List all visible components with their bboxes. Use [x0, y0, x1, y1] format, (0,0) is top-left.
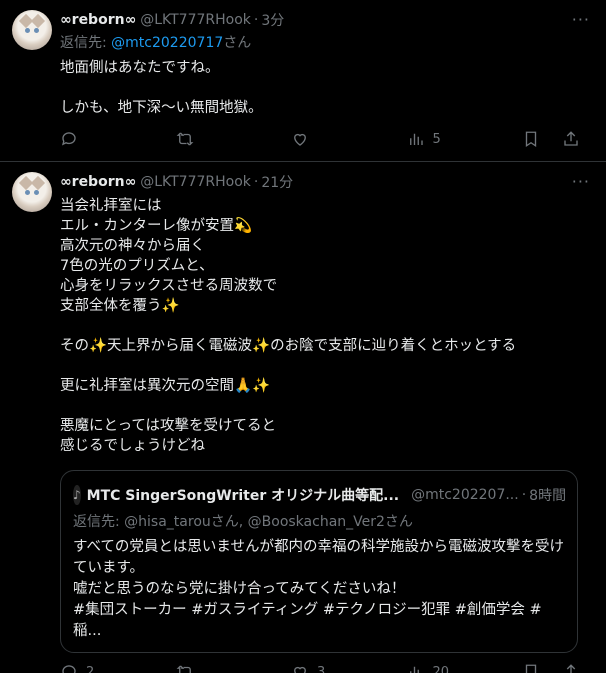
quoted-timestamp: 8時間	[529, 488, 567, 504]
tweet[interactable]: ∞reborn∞ @LKT777RHook · 3分 返信先: @mtc2022…	[0, 0, 606, 162]
avatar-eye	[25, 190, 30, 195]
avatar[interactable]	[12, 172, 52, 212]
quoted-avatar: ♪	[73, 485, 81, 505]
more-icon[interactable]: ···	[572, 10, 590, 29]
tweet[interactable]: ∞reborn∞ @LKT777RHook · 21分 当会礼拝室には エル・カ…	[0, 162, 606, 673]
avatar-eye	[34, 190, 39, 195]
user-handle[interactable]: @LKT777RHook	[140, 12, 251, 28]
reply-prefix: 返信先:	[60, 35, 112, 51]
like-icon	[294, 133, 306, 146]
reply-button[interactable]	[60, 130, 110, 148]
tweet-content: ∞reborn∞ @LKT777RHook · 3分 返信先: @mtc2022…	[60, 10, 590, 161]
quoted-reply-to-line: 返信先: @hisa_tarouさん, @Booskachan_Ver2さん	[73, 514, 413, 530]
tweet-text: 地面側はあなたですね。 しかも、地下深〜い無間地獄。	[60, 60, 263, 116]
share-icon[interactable]	[562, 130, 580, 148]
separator-dot: ·	[521, 487, 527, 503]
reply-suffix: さん	[223, 35, 252, 51]
avatar-ear	[30, 175, 46, 191]
separator-dot: ·	[253, 12, 259, 28]
user-handle[interactable]: @LKT777RHook	[140, 174, 251, 190]
like-button[interactable]: 3	[291, 663, 341, 673]
reply-to-line: 返信先: @mtc20220717さん	[60, 32, 590, 52]
reply-icon	[62, 665, 76, 673]
reply-mention-link[interactable]: @mtc20220717	[111, 35, 223, 51]
like-button[interactable]	[291, 130, 341, 148]
views-button[interactable]: 20	[407, 663, 457, 673]
retweet-button[interactable]	[176, 130, 226, 148]
tweet-header: ∞reborn∞ @LKT777RHook · 3分	[60, 10, 590, 30]
avatar[interactable]	[12, 10, 52, 50]
separator-dot: ·	[253, 174, 259, 190]
more-icon[interactable]: ···	[572, 172, 590, 191]
display-name[interactable]: ∞reborn∞	[60, 12, 136, 28]
secondary-actions	[522, 130, 580, 148]
views-count: 5	[432, 131, 441, 147]
views-icon	[409, 666, 419, 673]
retweet-icon	[176, 132, 193, 146]
bookmark-icon[interactable]	[522, 130, 540, 148]
views-icon	[409, 133, 423, 145]
avatar-ear	[30, 13, 46, 29]
quoted-display-name: MTC SingerSongWriter オリジナル曲等配...	[86, 488, 400, 504]
avatar-eye	[25, 28, 30, 33]
secondary-actions	[522, 663, 580, 673]
tweet-text: 当会礼拝室には エル・カンターレ像が安置💫 高次元の神々から届く 7色の光のプリ…	[60, 198, 517, 454]
timestamp[interactable]: 21分	[261, 172, 293, 192]
retweet-button[interactable]	[176, 663, 226, 673]
bookmark-icon[interactable]	[522, 663, 540, 673]
retweet-icon	[176, 665, 191, 673]
timestamp[interactable]: 3分	[261, 10, 284, 30]
quoted-tweet-header: ♪ MTC SingerSongWriter オリジナル曲等配... @mtc2…	[73, 485, 567, 505]
share-icon[interactable]	[562, 663, 580, 673]
like-icon	[294, 666, 306, 673]
action-bar: 2 3 20	[60, 663, 580, 673]
display-name[interactable]: ∞reborn∞	[60, 174, 136, 190]
tweet-content: ∞reborn∞ @LKT777RHook · 21分 当会礼拝室には エル・カ…	[60, 172, 590, 673]
tweet-header: ∞reborn∞ @LKT777RHook · 21分	[60, 172, 590, 192]
reply-icon	[61, 132, 76, 146]
views-count: 20	[432, 664, 450, 673]
quoted-tweet[interactable]: ♪ MTC SingerSongWriter オリジナル曲等配... @mtc2…	[60, 470, 578, 653]
quoted-tweet-text: すべての党員とは思いませんが都内の幸福の科学施設から電磁波攻撃を受けています。 …	[73, 539, 564, 639]
like-count: 3	[317, 664, 326, 673]
reply-count: 2	[86, 664, 95, 673]
action-bar: 5	[60, 130, 580, 148]
avatar-eye	[34, 28, 39, 33]
quoted-user-handle: @mtc202207...	[411, 487, 519, 503]
views-button[interactable]: 5	[407, 130, 457, 148]
reply-button[interactable]: 2	[60, 663, 110, 673]
